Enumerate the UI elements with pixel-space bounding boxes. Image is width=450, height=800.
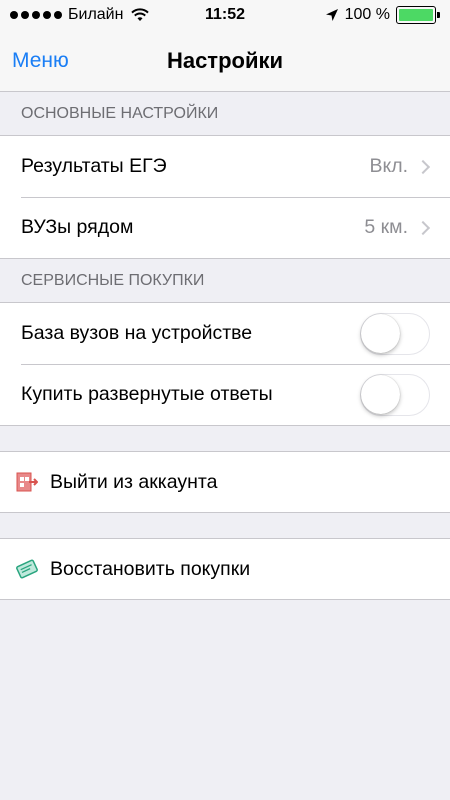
service-purchases-group: База вузов на устройстве Купить разверну…	[0, 303, 450, 426]
nearby-universities-value: 5 км.	[364, 216, 408, 238]
university-database-label: База вузов на устройстве	[21, 322, 253, 344]
chevron-right-icon	[415, 220, 431, 235]
battery-icon	[396, 6, 440, 24]
menu-back-button[interactable]: Меню	[12, 49, 69, 73]
restore-group: Восстановить покупки	[0, 538, 450, 600]
carrier-name: Билайн	[68, 6, 124, 23]
battery-level	[399, 9, 433, 21]
logout-group: Выйти из аккаунта	[0, 451, 450, 513]
exam-results-label: Результаты ЕГЭ	[21, 155, 167, 177]
main-settings-group: Результаты ЕГЭ Вкл. ВУЗы рядом 5 км.	[0, 136, 450, 259]
signal-strength-icon	[10, 11, 62, 19]
restore-purchases-icon	[16, 559, 38, 579]
section-spacer	[0, 513, 450, 538]
nearby-universities-label: ВУЗы рядом	[21, 216, 134, 238]
exam-results-value: Вкл.	[369, 155, 408, 177]
wifi-icon	[131, 8, 150, 21]
nearby-universities-row[interactable]: ВУЗы рядом 5 км.	[0, 197, 450, 258]
detailed-answers-toggle[interactable]	[360, 373, 430, 416]
university-database-toggle[interactable]	[360, 312, 430, 355]
logout-label: Выйти из аккаунта	[50, 470, 218, 493]
battery-percent: 100 %	[344, 6, 390, 23]
exam-results-row[interactable]: Результаты ЕГЭ Вкл.	[0, 136, 450, 197]
logout-button[interactable]: Выйти из аккаунта	[0, 452, 450, 512]
restore-purchases-button[interactable]: Восстановить покупки	[0, 539, 450, 599]
logout-icon	[16, 472, 38, 492]
section-header-main: ОСНОВНЫЕ НАСТРОЙКИ	[0, 92, 450, 136]
navigation-bar: Меню Настройки	[0, 30, 450, 92]
toggle-knob	[361, 313, 400, 353]
chevron-right-icon	[415, 159, 431, 174]
restore-purchases-label: Восстановить покупки	[50, 557, 251, 580]
section-spacer	[0, 426, 450, 451]
section-header-service: СЕРВИСНЫЕ ПОКУПКИ	[0, 259, 450, 303]
status-bar: Билайн 11:52 100 %	[0, 0, 450, 30]
toggle-knob	[361, 374, 400, 414]
detailed-answers-row: Купить развернутые ответы	[0, 364, 450, 425]
settings-list: ОСНОВНЫЕ НАСТРОЙКИ Результаты ЕГЭ Вкл. В…	[0, 92, 450, 600]
location-arrow-icon	[325, 9, 338, 21]
detailed-answers-label: Купить развернутые ответы	[21, 383, 273, 405]
university-database-row: База вузов на устройстве	[0, 303, 450, 364]
